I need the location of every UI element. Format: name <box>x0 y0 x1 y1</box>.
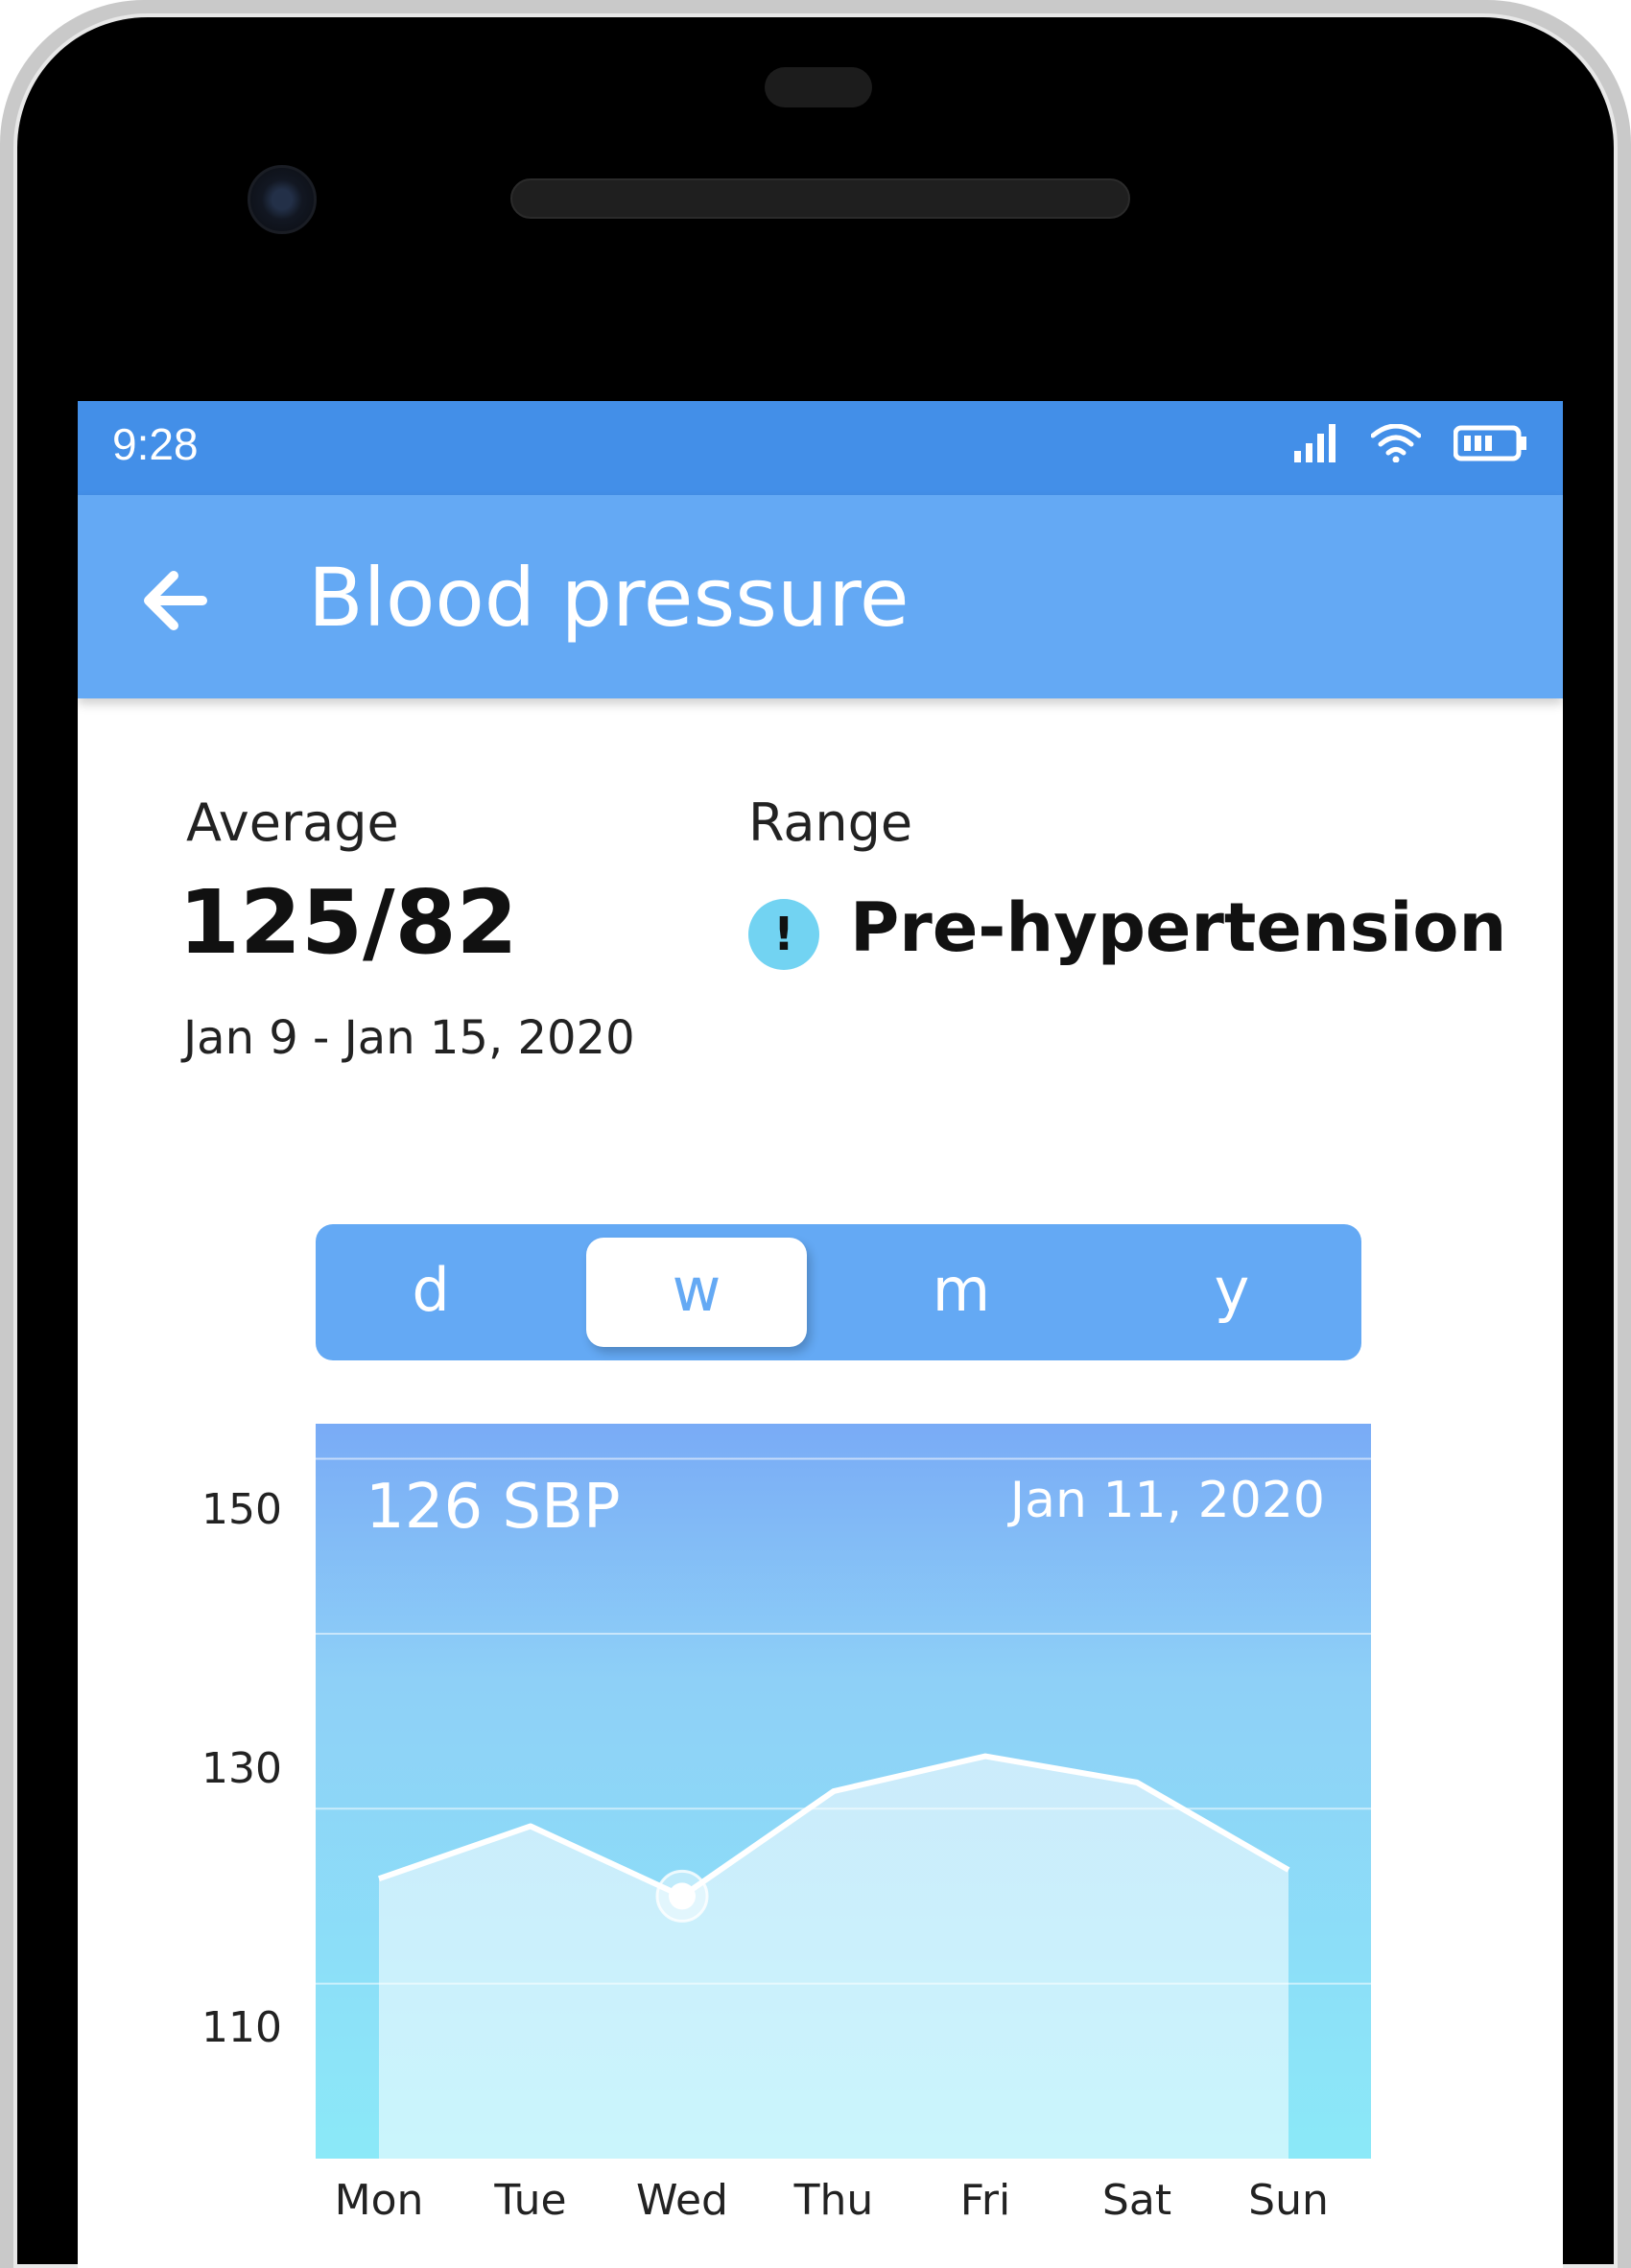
bp-chart: 126 SBP Jan 11, 2020 <box>316 1424 1371 2159</box>
x-tick-thu: Thu <box>793 2176 874 2225</box>
tab-year[interactable]: y <box>1136 1224 1328 1360</box>
data-point-sat[interactable] <box>1134 1780 1140 1785</box>
x-tick-sun: Sun <box>1248 2176 1329 2225</box>
exclamation-icon: ! <box>748 899 819 970</box>
page-title: Blood pressure <box>308 551 910 645</box>
series-area <box>379 1756 1288 2159</box>
status-bar: 9:28 <box>78 401 1563 495</box>
earpiece-speaker <box>510 178 1130 219</box>
average-value: 125/82 <box>178 871 518 974</box>
x-tick-fri: Fri <box>959 2176 1011 2225</box>
x-tick-tue: Tue <box>494 2176 567 2225</box>
status-time: 9:28 <box>112 419 199 469</box>
x-tick-wed: Wed <box>636 2176 728 2225</box>
data-point-tue[interactable] <box>528 1823 533 1829</box>
selected-date: Jan 11, 2020 <box>1009 1472 1325 1529</box>
range-value: Pre-hypertension <box>850 888 1507 967</box>
period-selector: d w m y <box>316 1224 1361 1360</box>
data-point-fri[interactable] <box>982 1754 988 1760</box>
app-bar: Blood pressure <box>78 495 1563 698</box>
y-tick-110: 110 <box>201 2003 282 2052</box>
range-label: Range <box>748 792 913 853</box>
top-sensor <box>765 67 872 107</box>
arrow-left-icon <box>144 571 207 630</box>
signal-icon <box>1294 424 1338 462</box>
data-point-mon[interactable] <box>376 1876 382 1881</box>
selected-value: 126 SBP <box>366 1472 621 1543</box>
date-range: Jan 9 - Jan 15, 2020 <box>183 1011 635 1065</box>
y-tick-130: 130 <box>201 1744 282 1793</box>
front-camera <box>248 165 317 234</box>
x-tick-mon: Mon <box>334 2176 424 2225</box>
tab-month[interactable]: m <box>865 1224 1057 1360</box>
tab-day[interactable]: d <box>335 1224 527 1360</box>
y-tick-150: 150 <box>201 1485 282 1534</box>
battery-icon <box>1454 424 1528 462</box>
data-point-thu[interactable] <box>831 1788 837 1794</box>
back-button[interactable] <box>135 560 216 641</box>
average-label: Average <box>186 792 399 853</box>
tab-week[interactable]: w <box>586 1238 807 1347</box>
phone-screen: 9:28 Blood pressure Average 125/82 Jan 9… <box>78 401 1563 2268</box>
selected-point[interactable] <box>669 1882 696 1910</box>
x-tick-sat: Sat <box>1101 2176 1172 2225</box>
data-point-sun[interactable] <box>1286 1867 1291 1873</box>
wifi-icon <box>1371 424 1421 462</box>
